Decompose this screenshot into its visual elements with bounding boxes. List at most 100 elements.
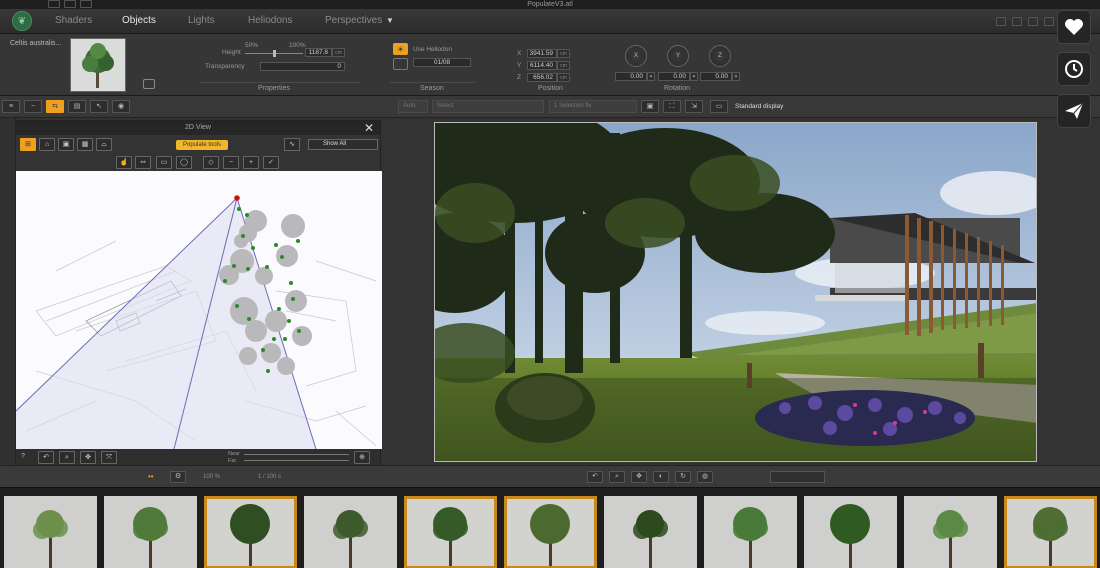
ellipse-tool-icon[interactable]: ◯ <box>176 156 192 169</box>
rotation-y-stepper[interactable]: ▴ <box>690 72 698 81</box>
height-slider-thumb[interactable] <box>273 50 276 57</box>
layers-button[interactable]: ≡ <box>2 100 20 113</box>
library-item[interactable] <box>304 496 397 568</box>
gear-icon[interactable]: ⚙ <box>170 471 186 483</box>
close-icon[interactable]: ✕ <box>364 121 374 135</box>
house-view-button[interactable]: ⌂ <box>39 138 55 151</box>
selection-fix-field[interactable]: 1 Selection fix <box>549 100 637 113</box>
panel-2d-toolbar: ⊞ ⌂ ▣ ▦ ⌓ Populate tools ∿ Show All <box>16 135 380 155</box>
rotation-y-dial[interactable]: Y <box>667 45 689 67</box>
pos-y-input[interactable]: 6114.40 <box>527 61 557 70</box>
rectangle-tool-icon[interactable]: ▭ <box>156 156 172 169</box>
tree-preview-icon <box>204 496 297 568</box>
far-slider[interactable] <box>244 460 349 461</box>
eye-button[interactable]: ◉ <box>112 100 130 113</box>
standard-display-dropdown[interactable]: Standard display <box>735 103 783 110</box>
populate-tools-button[interactable]: Populate tools <box>176 140 228 150</box>
globe-icon[interactable]: ◍ <box>697 471 713 483</box>
history-button[interactable] <box>1057 52 1091 86</box>
undo-view-icon[interactable]: ↶ <box>587 471 603 483</box>
walk-icon[interactable]: ◐ <box>653 471 669 483</box>
zoom-view-icon[interactable]: ⌕ <box>609 471 625 483</box>
rotation-x-dial[interactable]: X <box>625 45 647 67</box>
main-tab-bar: ❦ Shaders Objects Lights Heliodons Persp… <box>0 9 1100 34</box>
furniture-view-button[interactable]: ▦ <box>77 138 93 151</box>
show-all-dropdown[interactable]: Show All <box>308 139 378 150</box>
add-tool-icon[interactable]: + <box>243 156 259 169</box>
pointer-tool-icon[interactable]: ☝ <box>116 156 132 169</box>
clock-icon <box>1065 60 1083 78</box>
render-viewport[interactable] <box>434 122 1037 462</box>
pos-x-input[interactable]: 3941.59 <box>527 49 557 58</box>
library-item[interactable] <box>1004 496 1097 568</box>
library-item[interactable] <box>4 496 97 568</box>
settings-icon[interactable] <box>1044 17 1054 26</box>
rotation-x-input[interactable]: 0.00 <box>615 72 647 81</box>
cart-icon[interactable] <box>996 17 1006 26</box>
library-item[interactable] <box>804 496 897 568</box>
pan-view-icon[interactable]: ✥ <box>631 471 647 483</box>
tab-perspectives[interactable]: Perspectives <box>325 15 382 26</box>
library-item[interactable] <box>404 496 497 568</box>
fit-all-icon[interactable]: ⤧ <box>101 451 117 464</box>
replace-object-icon[interactable] <box>143 79 155 89</box>
help-icon[interactable]: ? <box>21 453 25 460</box>
camera-position-marker[interactable] <box>234 195 240 201</box>
use-heliodon-toggle-icon[interactable]: ☀ <box>393 43 408 55</box>
cube-tool-icon[interactable]: ◇ <box>203 156 219 169</box>
split-view-button[interactable]: ⇆ <box>46 100 64 113</box>
tab-heliodons[interactable]: Heliodons <box>248 15 292 26</box>
library-item[interactable] <box>504 496 597 568</box>
tabs-dropdown-icon[interactable]: ▼ <box>386 16 394 25</box>
plan-view-canvas[interactable] <box>16 171 382 449</box>
zoom-icon[interactable]: ⌕ <box>59 451 75 464</box>
tab-lights[interactable]: Lights <box>188 15 215 26</box>
library-item[interactable] <box>604 496 697 568</box>
flask-view-button[interactable]: ⌓ <box>96 138 112 151</box>
remove-tool-icon[interactable]: − <box>223 156 239 169</box>
rotation-y-input[interactable]: 0.00 <box>658 72 690 81</box>
selection-mode-field[interactable]: Select <box>432 100 544 113</box>
view-frame-button[interactable]: ⛶ <box>663 100 681 113</box>
object-thumbnail[interactable] <box>70 38 126 92</box>
auto-checkbox[interactable]: Auto <box>398 100 428 113</box>
library-item[interactable] <box>104 496 197 568</box>
tab-objects[interactable]: Objects <box>122 15 156 26</box>
library-item[interactable] <box>904 496 997 568</box>
display-mode-icon[interactable]: ▭ <box>710 100 728 113</box>
curve-tool-icon[interactable]: ∾ <box>135 156 151 169</box>
tab-shaders[interactable]: Shaders <box>55 15 92 26</box>
rotation-x-stepper[interactable]: ▴ <box>647 72 655 81</box>
app-logo-icon[interactable]: ❦ <box>12 11 32 31</box>
library-item[interactable] <box>704 496 797 568</box>
center-target-icon[interactable]: ⊕ <box>354 451 370 464</box>
layout-icon[interactable] <box>1028 17 1038 26</box>
view-export-button[interactable]: ⇲ <box>685 100 703 113</box>
box-view-button[interactable]: ▣ <box>58 138 74 151</box>
calendar-icon[interactable] <box>393 58 408 70</box>
orbit-icon[interactable]: ↻ <box>675 471 691 483</box>
share-button[interactable] <box>1057 94 1091 128</box>
pos-z-input[interactable]: 656.02 <box>527 73 557 82</box>
near-slider[interactable] <box>244 454 349 455</box>
speed-field[interactable] <box>770 471 825 483</box>
library-item[interactable] <box>204 496 297 568</box>
rotation-z-input[interactable]: 0.00 <box>700 72 732 81</box>
favorite-button[interactable] <box>1057 10 1091 44</box>
undo-icon[interactable]: ↶ <box>38 451 54 464</box>
pan-icon[interactable]: ✥ <box>80 451 96 464</box>
transparency-input[interactable]: 0 <box>260 62 345 71</box>
season-date-input[interactable]: 01/08 <box>413 58 471 67</box>
height-input[interactable]: 1187.8 <box>305 48 332 57</box>
select-cursor-button[interactable]: ↖ <box>90 100 108 113</box>
minus-button[interactable]: − <box>24 100 42 113</box>
rotation-z-stepper[interactable]: ▴ <box>732 72 740 81</box>
spline-icon[interactable]: ∿ <box>284 138 300 151</box>
tree-preview-icon <box>1004 496 1097 568</box>
view-fit-button[interactable]: ▣ <box>641 100 659 113</box>
validate-tool-icon[interactable]: ✓ <box>263 156 279 169</box>
window-icon[interactable] <box>1012 17 1022 26</box>
rotation-z-dial[interactable]: Z <box>709 45 731 67</box>
list-view-button[interactable]: ▤ <box>68 100 86 113</box>
plan-mode-button[interactable]: ⊞ <box>20 138 36 151</box>
